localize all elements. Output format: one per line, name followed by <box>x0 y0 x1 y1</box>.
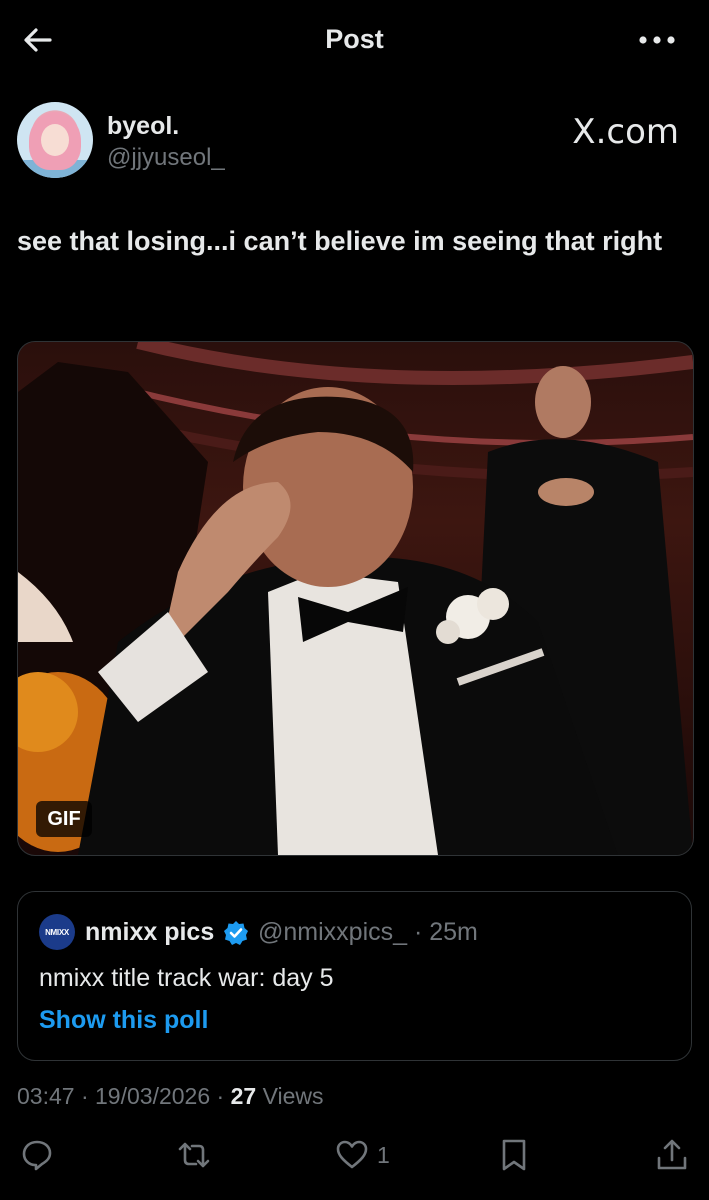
action-bar: 1 <box>0 1135 709 1179</box>
quoted-post[interactable]: NMIXX nmixx pics @nmixxpics_ · 25m nmixx… <box>17 891 692 1061</box>
like-count: 1 <box>377 1141 390 1168</box>
post-date[interactable]: 19/03/2026 <box>95 1083 210 1109</box>
meta-separator: · <box>80 1083 89 1109</box>
author-avatar[interactable] <box>17 102 93 178</box>
heart-icon <box>336 1140 368 1169</box>
reply-button[interactable] <box>20 1135 54 1175</box>
quoted-author-avatar[interactable]: NMIXX <box>39 914 75 950</box>
top-bar: Post <box>0 0 709 82</box>
post-time[interactable]: 03:47 <box>17 1083 75 1109</box>
post-media-gif[interactable]: GIF <box>17 341 694 856</box>
meta-separator: · <box>216 1083 225 1109</box>
quoted-post-text: nmixx title track war: day 5 <box>39 964 334 992</box>
repost-icon <box>178 1142 210 1168</box>
more-button[interactable] <box>633 24 681 56</box>
bookmark-icon <box>502 1139 526 1171</box>
page-title: Post <box>325 24 384 54</box>
views-label: Views <box>262 1083 324 1109</box>
gif-frame-image <box>18 342 693 855</box>
post-text: see that losing...i can’t believe im see… <box>17 226 663 256</box>
quoted-author-name[interactable]: nmixx pics <box>85 918 214 947</box>
author-handle[interactable]: @jjyuseol_ <box>107 144 225 172</box>
share-icon <box>657 1139 687 1170</box>
like-button[interactable]: 1 <box>335 1135 390 1175</box>
repost-button[interactable] <box>177 1135 211 1175</box>
more-horizontal-icon <box>639 36 675 44</box>
verified-badge-icon <box>224 921 248 945</box>
quoted-handle-time: @nmixxpics_ · 25m <box>258 918 478 946</box>
author-display-name[interactable]: byeol. <box>107 112 179 141</box>
reply-icon <box>22 1140 52 1171</box>
post-meta: 03:47 · 19/03/2026 · 27 Views <box>17 1083 324 1110</box>
show-poll-link[interactable]: Show this poll <box>39 1006 208 1035</box>
views-count[interactable]: 27 <box>231 1083 257 1109</box>
source-label: X.com <box>572 112 679 152</box>
gif-badge: GIF <box>36 801 92 837</box>
bookmark-button[interactable] <box>497 1135 531 1175</box>
share-button[interactable] <box>655 1135 689 1175</box>
